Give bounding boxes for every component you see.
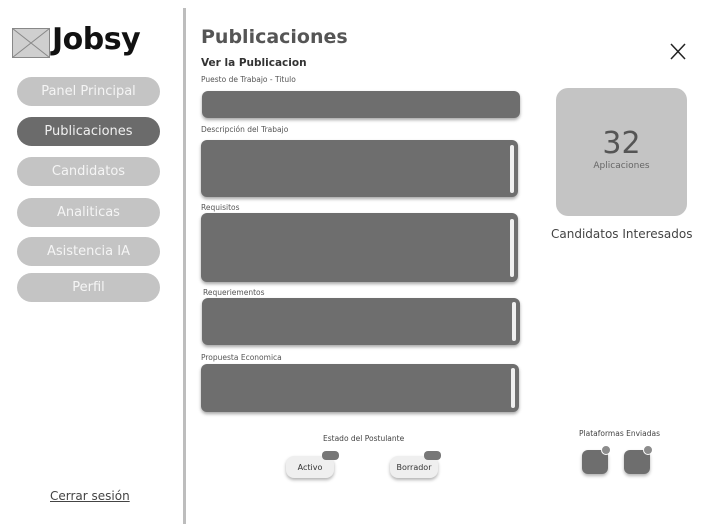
page-title: Publicaciones (201, 26, 348, 48)
platform-button-2[interactable] (624, 445, 653, 474)
platform-badge (601, 445, 611, 455)
sidebar-item-label: Candidatos (51, 164, 126, 179)
sidebar-item-label: Panel Principal (41, 84, 136, 99)
sidebar-divider (183, 8, 186, 524)
applications-count: 32 (602, 126, 641, 161)
sidebar-item-asistencia-ia[interactable]: Asistencia IA (17, 237, 160, 266)
sidebar-item-label: Asistencia IA (47, 244, 130, 259)
job-description-field[interactable] (201, 140, 518, 197)
brand-logo[interactable]: Jobsy (12, 22, 162, 66)
salary-proposal-field[interactable] (201, 364, 519, 412)
field-label-titulo: Puesto de Trabajo - Titulo (201, 75, 296, 84)
sidebar-item-perfil[interactable]: Perfil (17, 273, 160, 302)
status-borrador-toggle[interactable] (424, 451, 441, 460)
status-activo-toggle[interactable] (322, 451, 339, 460)
sidebar-item-label: Publicaciones (44, 124, 133, 139)
sidebar-item-candidatos[interactable]: Candidatos (17, 157, 160, 186)
applications-card: 32 Aplicaciones (556, 88, 687, 216)
requirements-field[interactable] (201, 213, 518, 282)
status-option-label: Borrador (396, 462, 432, 472)
scrollbar[interactable] (511, 368, 515, 408)
close-icon[interactable] (668, 40, 688, 62)
logout-link[interactable]: Cerrar sesión (50, 489, 130, 503)
field-label-requisitos: Requisitos (201, 203, 240, 212)
scrollbar[interactable] (510, 219, 514, 277)
interested-candidates-label: Candidatos Interesados (551, 227, 693, 241)
status-option-label: Activo (297, 462, 323, 472)
applications-caption: Aplicaciones (593, 161, 650, 171)
image-placeholder-icon (12, 28, 50, 58)
section-subtitle: Ver la Publicacion (201, 57, 307, 69)
sidebar-item-publicaciones[interactable]: Publicaciones (17, 117, 160, 146)
platforms-label: Plataformas Enviadas (579, 429, 660, 438)
sidebar-item-label: Analiticas (57, 205, 120, 220)
requeriementos-field[interactable] (202, 298, 520, 345)
platform-button-1[interactable] (582, 445, 611, 474)
scrollbar[interactable] (510, 145, 514, 193)
field-label-requeriementos: Requeriementos (203, 288, 265, 297)
job-title-field[interactable] (202, 91, 520, 118)
field-label-propuesta: Propuesta Economica (201, 353, 282, 362)
scrollbar[interactable] (512, 302, 516, 341)
platform-badge (643, 445, 653, 455)
sidebar-item-analiticas[interactable]: Analiticas (17, 198, 160, 227)
field-label-descripcion: Descripción del Trabajo (201, 125, 289, 134)
brand-name: Jobsy (52, 22, 141, 57)
sidebar-item-panel-principal[interactable]: Panel Principal (17, 77, 160, 106)
sidebar: Jobsy Panel Principal Publicaciones Cand… (0, 0, 184, 524)
app-window: Jobsy Panel Principal Publicaciones Cand… (0, 0, 725, 524)
sidebar-item-label: Perfil (72, 280, 105, 295)
status-label: Estado del Postulante (323, 434, 405, 443)
